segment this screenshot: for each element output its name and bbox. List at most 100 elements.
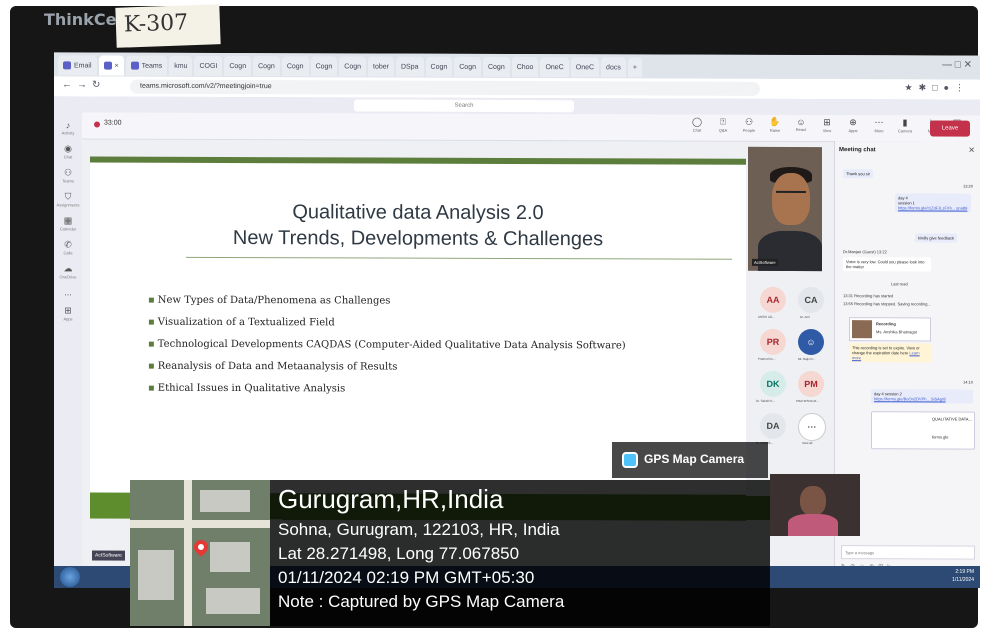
rail-item-chat[interactable]: ◉ Chat xyxy=(54,143,82,159)
browser-tab[interactable]: COGI xyxy=(194,55,223,76)
rail-item-onedrive[interactable]: ☁ OneDrive xyxy=(54,263,82,279)
gps-camera-badge: GPS Map Camera xyxy=(612,442,768,478)
feedback-link[interactable]: https://forms.gle/BoOn2DVPh... SiSAgr8 xyxy=(874,396,946,401)
slide-bullet: ▪ Technological Developments CAQDAS (Comp… xyxy=(148,338,626,352)
tab-favicon-icon xyxy=(63,61,71,70)
chat-message: kindly give feedback xyxy=(915,233,958,243)
chat-message-input[interactable]: Type a message xyxy=(841,545,975,560)
browser-tab-active[interactable]: × xyxy=(98,55,124,76)
slide-bullet: ▪ Visualization of a Textualized Field xyxy=(148,316,335,329)
browser-tab[interactable]: Cogn xyxy=(310,56,338,77)
gps-city: Gurugram,HR,India xyxy=(278,484,504,514)
browser-tab[interactable]: Cogn xyxy=(482,56,510,77)
teams-left-rail: ♪ Activity ◉ Chat ⚇ Teams ⛉ Assignments ▦ Cal… xyxy=(54,112,82,585)
browser-tab[interactable]: DSpa xyxy=(396,56,424,77)
more-button[interactable]: ⋯ More xyxy=(868,117,890,133)
rail-item-calendar[interactable]: ▦ Calendar xyxy=(54,215,82,231)
browser-tab[interactable]: Teams xyxy=(125,55,168,76)
browser-tab[interactable]: Email xyxy=(58,55,97,76)
browser-tab[interactable]: OneC xyxy=(570,57,600,78)
browser-tab[interactable]: Cogn xyxy=(224,55,252,77)
search-input[interactable]: Search xyxy=(354,99,574,113)
participant-avatar[interactable]: AA xyxy=(760,286,786,313)
rail-item-assignments[interactable]: ⛉ Assignments xyxy=(54,191,82,207)
people-button[interactable]: ⚇ People xyxy=(738,117,760,133)
chat-message: day 4 session 2 https://forms.gle/BoOn2D… xyxy=(871,389,973,404)
participant-avatar[interactable]: PR xyxy=(760,328,786,355)
participant-name: PRATIKSHA M... xyxy=(796,398,819,404)
react-button[interactable]: ☺ React xyxy=(790,117,812,133)
apps-button[interactable]: ⊕ Apps xyxy=(842,117,864,133)
map-building xyxy=(200,490,250,512)
feedback-link[interactable]: https://forms.gle/r1ZdFJLzFXh... qnu89 xyxy=(898,205,967,210)
browser-tab[interactable]: Cogn xyxy=(425,56,453,77)
monitor-sticker: K-307 xyxy=(115,4,221,48)
teams-icon: ⚇ xyxy=(63,167,73,178)
participant-avatar[interactable]: PM xyxy=(798,370,824,398)
window-controls[interactable]: — □ ✕ xyxy=(942,59,972,70)
raise-hand-button[interactable]: ✋ Raise xyxy=(764,117,786,133)
rail-item-more[interactable]: ... xyxy=(54,287,82,297)
browser-tab[interactable]: Cogn xyxy=(454,56,481,77)
gps-camera-app-icon xyxy=(622,452,638,468)
map-building xyxy=(210,542,250,572)
view-icon: ⊞ xyxy=(823,117,831,128)
windows-start-icon[interactable] xyxy=(60,567,80,587)
chat-button[interactable]: ◯ Chat xyxy=(686,117,708,133)
browser-tab[interactable]: Cogn xyxy=(281,56,309,77)
map-road xyxy=(184,480,192,626)
browser-tab[interactable]: Cogn xyxy=(253,56,280,77)
address-bar-icons[interactable]: ★✱□●⋮ xyxy=(905,82,970,93)
participant-avatar[interactable]: DA xyxy=(760,412,786,439)
bullet-square-icon: ▪ xyxy=(148,338,155,350)
browser-tab[interactable]: Cogn xyxy=(339,56,367,77)
view-all-button[interactable]: ··· xyxy=(798,412,826,442)
gps-overlay: Gurugram,HR,India Sohna, Gurugram, 12210… xyxy=(130,480,770,626)
recording-card[interactable]: Recording Ms. Anshika Bhatnagar xyxy=(849,317,931,342)
leave-button[interactable]: Leave xyxy=(930,120,970,137)
browser-tab[interactable]: tober xyxy=(368,56,394,77)
rail-item-activity[interactable]: ♪ Activity xyxy=(54,120,82,135)
nav-buttons[interactable]: ←→↻ xyxy=(62,79,105,90)
gps-note: Note : Captured by GPS Map Camera xyxy=(278,592,565,611)
slide-title: Qualitative data Analysis 2.0 New Trends… xyxy=(90,199,746,253)
bell-icon: ♪ xyxy=(65,120,71,131)
view-button[interactable]: ⊞ View xyxy=(816,117,838,133)
browser-tab[interactable]: kmu xyxy=(169,55,193,76)
more-icon: ⋯ xyxy=(874,117,884,128)
qa-button[interactable]: ⍰ Q&A xyxy=(712,117,734,133)
presenter-tag: ActSoftware xyxy=(92,550,125,561)
slide-divider xyxy=(186,256,732,260)
url-field[interactable]: teams.microsoft.com/v2/?meetingjoin=true xyxy=(130,79,760,96)
person-icon: ☺ xyxy=(806,337,816,348)
browser-tab[interactable]: OneC xyxy=(540,57,569,78)
participant-name: ANSHI AG... xyxy=(758,314,775,319)
teams-favicon-icon xyxy=(103,61,112,70)
rail-item-calls[interactable]: ✆ Calls xyxy=(54,239,82,255)
slide-title-line-2: New Trends, Developments & Challenges xyxy=(232,227,604,251)
camera-icon: ▮ xyxy=(902,117,908,128)
rail-item-teams[interactable]: ⚇ Teams xyxy=(54,167,82,183)
recording-stopped-event: 13:55 Recording has stopped. Saving reco… xyxy=(843,301,931,307)
recording-started-event: 13:31 Recording has started xyxy=(843,293,894,299)
participant-avatar[interactable]: DK xyxy=(760,370,786,397)
close-icon[interactable]: ✕ xyxy=(968,146,975,155)
browser-tab[interactable]: docs xyxy=(601,57,626,78)
camera-button[interactable]: ▮ Camera xyxy=(894,117,916,133)
participant-photo-avatar[interactable]: ☺ xyxy=(798,328,824,356)
participant-avatar[interactable]: CA xyxy=(798,286,824,314)
rail-item-apps[interactable]: ⊞ Apps xyxy=(54,305,82,321)
meeting-controls: ◯ Chat ⍰ Q&A ⚇ People ✋ Raise ☺ React ⊞ View ⊕… xyxy=(686,117,968,134)
taskbar-clock[interactable]: 2:19 PM 1/11/2024 xyxy=(952,568,974,584)
chat-icon: ◯ xyxy=(691,116,703,127)
link-preview-card[interactable]: QUALITATIVE DATA... forms.gle xyxy=(871,411,975,450)
new-tab-button[interactable]: + xyxy=(627,57,642,78)
presenter-video[interactable]: ActSoftware xyxy=(748,146,822,272)
map-building xyxy=(138,550,174,600)
browser-tab[interactable]: Choo xyxy=(511,56,539,78)
recording-indicator-icon xyxy=(94,121,100,128)
participant-name: Mr. Rajiv R... xyxy=(798,356,816,362)
slide-bullet: ▪ Ethical Issues in Qualitative Analysis xyxy=(148,382,346,395)
gps-address: Sohna, Gurugram, 122103, HR, India xyxy=(278,520,560,539)
assignments-icon: ⛉ xyxy=(64,191,72,202)
